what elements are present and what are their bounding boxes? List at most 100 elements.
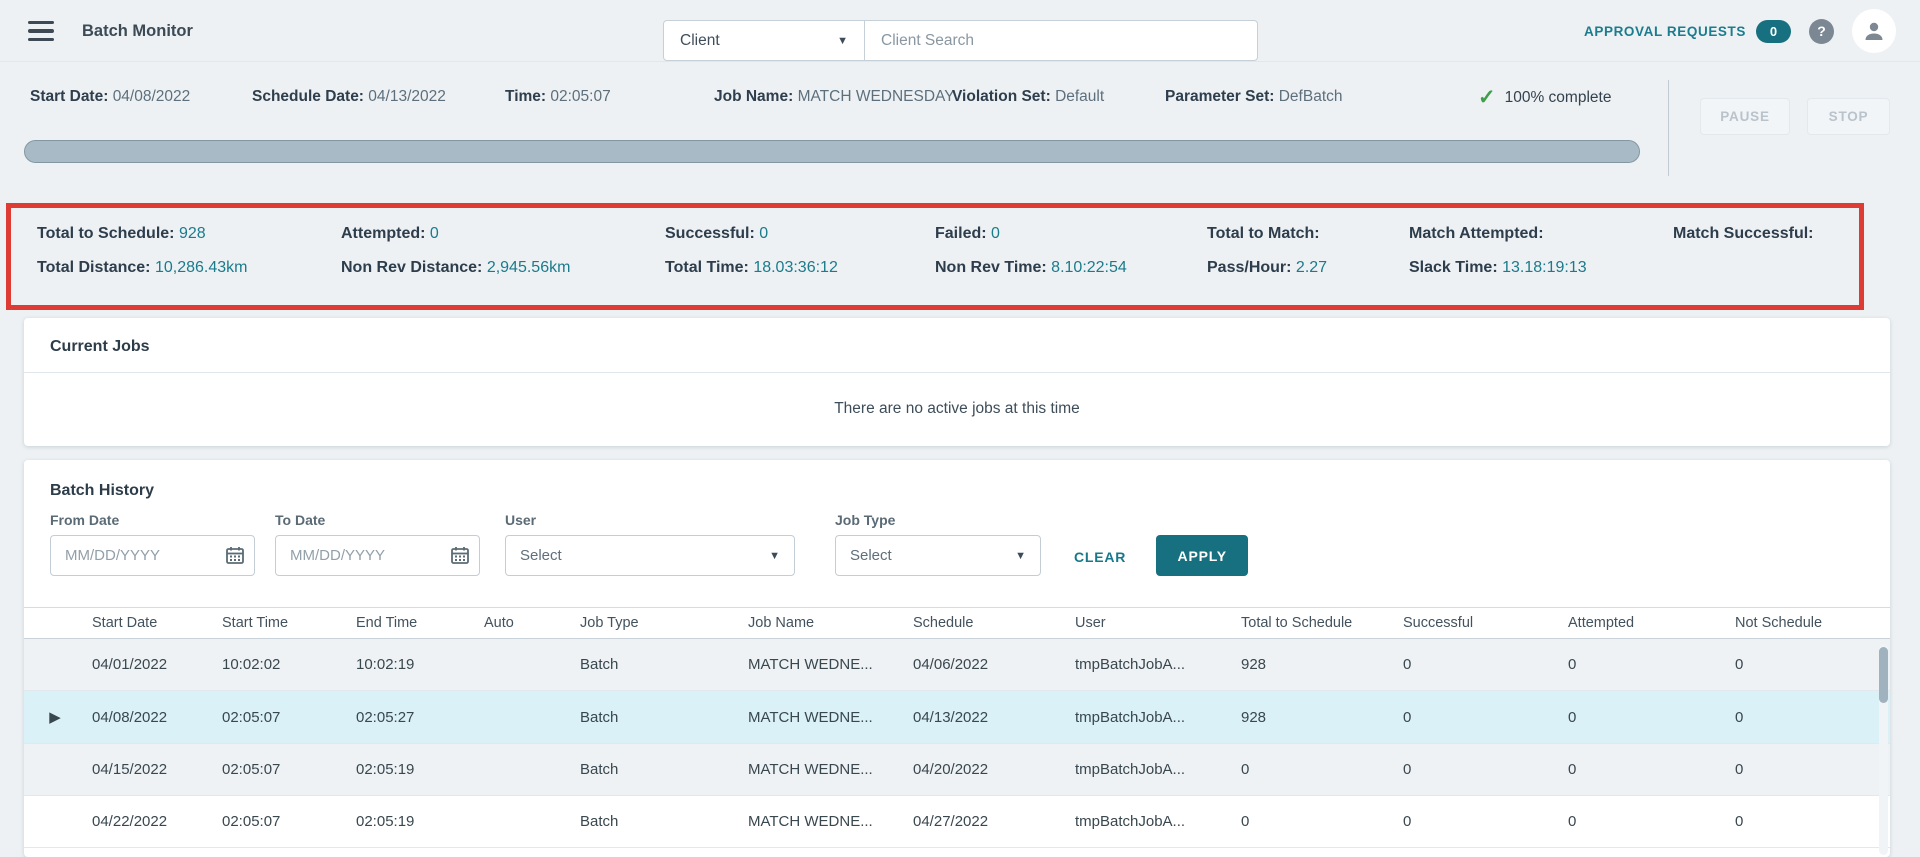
divider [1668, 80, 1669, 176]
stat-label: Match Attempted: [1409, 225, 1544, 242]
menu-icon[interactable] [28, 21, 54, 41]
progress-bar [24, 140, 1640, 163]
batch-stats-grid: Total to Schedule: 928 Attempted: 0 Succes… [11, 208, 1859, 277]
stat-value: 0 [991, 225, 1000, 242]
stat-value: 18.03:36:12 [753, 259, 838, 276]
table-cell: MATCH WEDNE... [748, 638, 913, 691]
status-field: Parameter Set: DefBatch [1165, 88, 1343, 106]
table-cell: tmpBatchJobA... [1075, 795, 1241, 848]
approval-requests-label: APPROVAL REQUESTS [1584, 23, 1746, 39]
status-field: Start Date: 04/08/2022 [30, 88, 190, 106]
stat-value: 2,945.56km [486, 259, 571, 276]
progress-bar-fill [25, 141, 1639, 162]
table-scrollbar-track[interactable] [1879, 644, 1888, 855]
table-row[interactable]: 04/22/2022 02:05:07 02:05:19 Batch MATCH WED… [24, 795, 1890, 848]
user-select[interactable]: Select ▼ [505, 535, 795, 576]
to-date-label: To Date [275, 512, 326, 528]
job-type-filter: Job Type Select ▼ [835, 512, 1041, 576]
calendar-icon[interactable] [450, 545, 470, 565]
table-cell: 0 [1241, 795, 1403, 848]
status-field: Time: 02:05:07 [505, 88, 611, 106]
stat-label: Total Time: [665, 259, 754, 276]
approval-requests-link[interactable]: APPROVAL REQUESTS 0 [1584, 19, 1791, 43]
table-cell: 0 [1568, 795, 1735, 848]
table-cell: Batch [580, 795, 748, 848]
stat-value: 2.27 [1295, 259, 1328, 276]
calendar-icon[interactable] [225, 545, 245, 565]
client-search-input[interactable] [865, 20, 1258, 61]
user-avatar[interactable] [1852, 9, 1896, 53]
table-cell: tmpBatchJobA... [1075, 690, 1241, 744]
table-row[interactable]: 04/01/2022 10:02:02 10:02:19 Batch MATCH WED… [24, 638, 1890, 691]
chevron-down-icon: ▼ [1015, 549, 1026, 562]
status-field-label: Job Name: [714, 88, 798, 105]
expand-column-header [24, 607, 92, 639]
user-filter: User Select ▼ [505, 512, 795, 576]
status-field-value: 04/13/2022 [368, 88, 446, 105]
table-header-row: Start Date Start Time End Time Auto Job Type… [24, 607, 1890, 639]
column-header: Job Name [748, 607, 913, 639]
table-cell: 10:02:19 [356, 638, 484, 691]
table-row[interactable]: 04/15/2022 02:05:07 02:05:19 Batch MATCH WED… [24, 743, 1890, 796]
apply-button[interactable]: APPLY [1156, 535, 1249, 576]
column-header: Start Date [92, 607, 222, 639]
column-header: End Time [356, 607, 484, 639]
stat-label: Successful: [665, 225, 760, 242]
stat-item: Pass/Hour: 2.27 [1207, 259, 1409, 277]
from-date-label: From Date [50, 512, 120, 528]
stop-button[interactable]: STOP [1807, 98, 1890, 135]
user-label: User [505, 512, 537, 528]
help-icon[interactable]: ? [1809, 18, 1834, 44]
column-header: Schedule [913, 607, 1075, 639]
batch-history-card: Batch History From Date To Date [24, 460, 1890, 857]
batch-history-table: Start Date Start Time End Time Auto Job Type… [24, 607, 1890, 848]
stat-value: 0 [429, 225, 439, 242]
stat-item: Non Rev Distance: 2,945.56km [341, 259, 665, 277]
status-field-value: Default [1055, 88, 1105, 105]
row-expand-icon[interactable] [24, 638, 92, 691]
column-header: Successful [1403, 607, 1568, 639]
clear-button[interactable]: CLEAR [1074, 549, 1126, 565]
batch-history-title: Batch History [50, 482, 155, 499]
status-field-value: MATCH WEDNESDAY [797, 88, 955, 105]
client-type-dropdown[interactable]: Client ▼ [663, 20, 865, 61]
table-cell: 04/06/2022 [913, 638, 1075, 691]
table-cell: 0 [1403, 638, 1568, 691]
stat-item: Attempted: 0 [341, 225, 665, 243]
job-type-select[interactable]: Select ▼ [835, 535, 1041, 576]
person-icon [1865, 22, 1883, 40]
row-expand-icon[interactable] [24, 795, 92, 848]
table-cell: 02:05:07 [222, 743, 356, 796]
stat-label: Failed: [935, 225, 992, 242]
table-cell: 04/15/2022 [92, 743, 222, 796]
row-expand-icon[interactable]: ▶ [24, 690, 92, 744]
table-cell: 0 [1735, 690, 1890, 744]
table-cell: 04/27/2022 [913, 795, 1075, 848]
table-cell: MATCH WEDNE... [748, 690, 913, 744]
table-cell: 02:05:07 [222, 690, 356, 744]
stat-label: Pass/Hour: [1207, 259, 1296, 276]
batch-stats-highlighted: Total to Schedule: 928 Attempted: 0 Succes… [6, 203, 1864, 310]
table-scrollbar-thumb[interactable] [1879, 647, 1888, 703]
table-cell: MATCH WEDNE... [748, 743, 913, 796]
table-cell: 0 [1403, 690, 1568, 744]
stat-value: 13.18:19:13 [1502, 259, 1587, 276]
stat-label: Total to Match: [1207, 225, 1320, 242]
column-header: User [1075, 607, 1241, 639]
current-jobs-card: Current Jobs There are no active jobs at… [24, 318, 1890, 446]
column-header: Attempted [1568, 607, 1735, 639]
table-row[interactable]: ▶ 04/08/2022 02:05:07 02:05:27 Batch MATCH WE… [24, 690, 1890, 744]
status-field-label: Parameter Set: [1165, 88, 1279, 105]
status-field-label: Start Date: [30, 88, 113, 105]
table-cell [484, 690, 580, 744]
status-field-label: Time: [505, 88, 551, 105]
row-expand-icon[interactable] [24, 743, 92, 796]
completion-status: ✓ 100% complete [1478, 85, 1611, 110]
table-cell: 0 [1735, 743, 1890, 796]
stat-label: Attempted: [341, 225, 430, 242]
stat-item: Slack Time: 13.18:19:13 [1409, 259, 1673, 277]
from-date-filter: From Date [50, 512, 255, 576]
table-cell: 04/20/2022 [913, 743, 1075, 796]
pause-button[interactable]: PAUSE [1700, 98, 1790, 135]
table-cell: 02:05:07 [222, 795, 356, 848]
